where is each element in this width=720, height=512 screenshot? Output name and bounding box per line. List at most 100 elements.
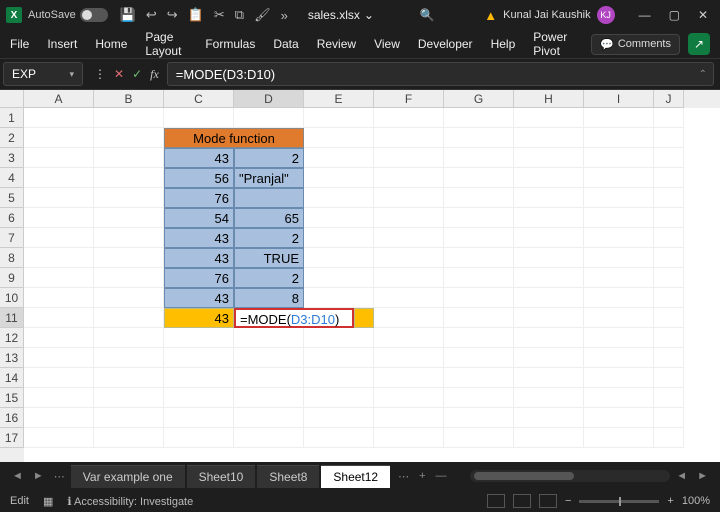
cell[interactable] [654,308,684,328]
cell[interactable] [374,108,444,128]
cell[interactable] [654,288,684,308]
cell[interactable] [654,128,684,148]
cell[interactable]: 43 [164,248,234,268]
cell[interactable] [514,228,584,248]
row-header-17[interactable]: 17 [0,428,24,448]
cell[interactable] [24,388,94,408]
toggle-icon[interactable] [80,8,108,22]
menu-data[interactable]: Data [273,33,298,55]
cell[interactable] [654,108,684,128]
cell[interactable] [94,368,164,388]
cell[interactable] [94,208,164,228]
cell[interactable] [24,168,94,188]
menu-review[interactable]: Review [317,33,356,55]
cell[interactable] [164,368,234,388]
column-header-B[interactable]: B [94,90,164,108]
menu-formulas[interactable]: Formulas [205,33,255,55]
cell[interactable]: 76 [164,268,234,288]
cell[interactable] [374,288,444,308]
cell[interactable]: 2 [234,148,304,168]
row-header-16[interactable]: 16 [0,408,24,428]
cell[interactable] [514,108,584,128]
cell[interactable] [444,428,514,448]
cell[interactable] [444,228,514,248]
cell[interactable] [444,388,514,408]
cell[interactable] [514,148,584,168]
more-icon[interactable]: » [281,8,288,23]
cell[interactable] [374,168,444,188]
cell[interactable] [304,228,374,248]
cell[interactable] [164,348,234,368]
row-header-14[interactable]: 14 [0,368,24,388]
cell[interactable]: 65 [234,208,304,228]
cell[interactable] [444,148,514,168]
cell[interactable] [584,148,654,168]
cell[interactable] [234,408,304,428]
cell[interactable] [514,388,584,408]
cell[interactable] [374,408,444,428]
autosave-toggle[interactable]: AutoSave [28,8,108,22]
copy-icon[interactable]: ⧉ [235,7,244,23]
mode-function-header[interactable]: Mode function [164,128,304,148]
cell[interactable]: 76 [164,188,234,208]
cell[interactable] [94,348,164,368]
cell[interactable] [304,248,374,268]
zoom-in-icon[interactable]: + [667,495,673,507]
accept-icon[interactable]: ✓ [132,67,142,81]
column-header-G[interactable]: G [444,90,514,108]
cell[interactable] [514,188,584,208]
close-icon[interactable]: ✕ [698,8,708,22]
cell[interactable] [234,428,304,448]
cell[interactable] [584,428,654,448]
cell[interactable] [234,368,304,388]
cell[interactable] [654,388,684,408]
cell[interactable] [94,308,164,328]
expand-icon[interactable]: ⌃ [699,69,707,80]
cell[interactable] [514,268,584,288]
save-icon[interactable]: 💾 [120,7,136,23]
cell[interactable]: 2 [234,268,304,288]
row-header-3[interactable]: 3 [0,148,24,168]
cell[interactable] [584,208,654,228]
cell[interactable] [94,328,164,348]
row-header-5[interactable]: 5 [0,188,24,208]
cell[interactable] [164,388,234,408]
cancel-icon[interactable]: ✕ [114,67,124,81]
cell[interactable] [374,428,444,448]
page-break-view-icon[interactable] [539,494,557,508]
row-header-10[interactable]: 10 [0,288,24,308]
cell[interactable] [654,188,684,208]
column-header-A[interactable]: A [24,90,94,108]
cell[interactable] [514,128,584,148]
cell[interactable] [584,268,654,288]
cell[interactable] [164,108,234,128]
cell[interactable] [304,268,374,288]
cell[interactable] [94,248,164,268]
name-box[interactable]: EXP ▾ [3,62,83,86]
cell[interactable] [374,248,444,268]
cell[interactable] [584,288,654,308]
column-header-F[interactable]: F [374,90,444,108]
cell[interactable]: 43 [164,228,234,248]
cell[interactable] [24,188,94,208]
cell[interactable] [304,368,374,388]
cell[interactable] [94,148,164,168]
cell[interactable] [374,348,444,368]
zoom-out-icon[interactable]: − [565,495,571,507]
cell[interactable] [24,268,94,288]
filename-dropdown[interactable]: sales.xlsx ⌄ [308,8,374,22]
cell[interactable] [94,288,164,308]
cell[interactable] [444,328,514,348]
horizontal-scrollbar[interactable] [470,470,670,482]
menu-home[interactable]: Home [95,33,127,55]
cell[interactable] [584,188,654,208]
cell[interactable] [24,128,94,148]
cell[interactable] [234,328,304,348]
row-header-1[interactable]: 1 [0,108,24,128]
cell[interactable] [94,388,164,408]
add-sheet-icon[interactable]: + [415,470,429,482]
row-header-8[interactable]: 8 [0,248,24,268]
cell[interactable] [24,248,94,268]
scrollbar-thumb[interactable] [474,472,574,480]
avatar[interactable]: KJ [597,6,615,24]
